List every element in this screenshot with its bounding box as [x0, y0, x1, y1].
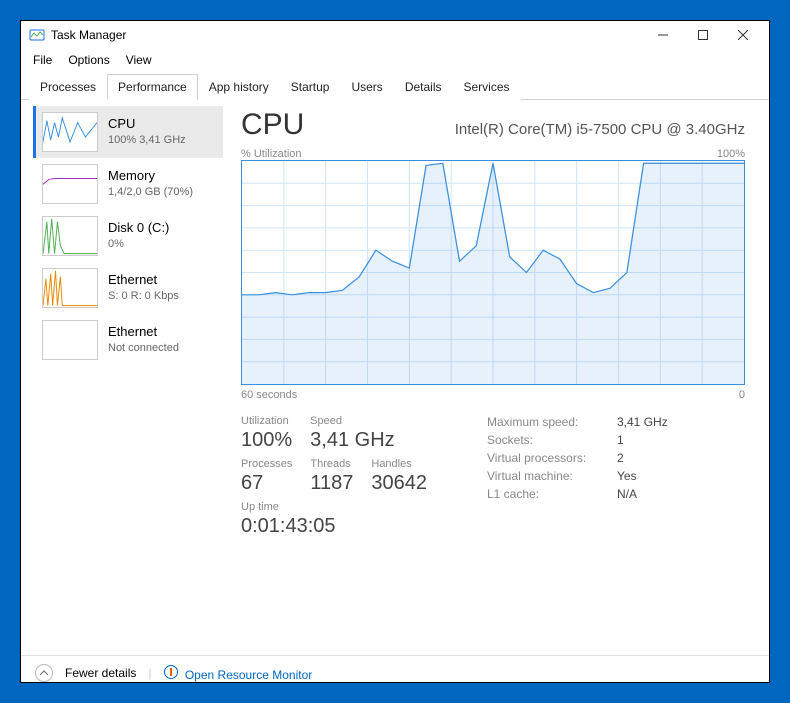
- main-panel: CPU Intel(R) Core(TM) i5-7500 CPU @ 3.40…: [231, 100, 769, 655]
- maximize-button[interactable]: [683, 21, 723, 49]
- sidebar-item-sub: Not connected: [108, 341, 179, 355]
- sidebar-item-sub: S: 0 R: 0 Kbps: [108, 289, 179, 303]
- tab-bar: Processes Performance App history Startu…: [21, 73, 769, 100]
- stat-val: 3,41 GHz: [617, 415, 668, 429]
- stat-label: Threads: [310, 458, 353, 470]
- sidebar-item-memory[interactable]: Memory 1,4/2,0 GB (70%): [33, 158, 223, 210]
- close-button[interactable]: [723, 21, 763, 49]
- graph-label-tl: % Utilization: [241, 148, 302, 160]
- tab-services[interactable]: Services: [453, 74, 521, 100]
- tab-users[interactable]: Users: [340, 74, 393, 100]
- stat-label: Processes: [241, 458, 292, 470]
- graph-label-bl: 60 seconds: [241, 389, 297, 401]
- stat-label: Utilization: [241, 415, 292, 427]
- minimize-button[interactable]: [643, 21, 683, 49]
- tab-details[interactable]: Details: [394, 74, 453, 100]
- stat-handles: 30642: [371, 472, 427, 495]
- stat-val: 2: [617, 451, 624, 465]
- cpu-utilization-graph[interactable]: [241, 160, 745, 385]
- sidebar-item-sub: 1,4/2,0 GB (70%): [108, 185, 193, 199]
- task-manager-window: Task Manager File Options View Processes…: [20, 20, 770, 683]
- stat-utilization: 100%: [241, 429, 292, 452]
- resource-monitor-icon: [164, 665, 178, 679]
- sidebar-item-disk[interactable]: Disk 0 (C:) 0%: [33, 210, 223, 262]
- stat-val: N/A: [617, 487, 637, 501]
- stat-key: Virtual processors:: [487, 451, 617, 465]
- tab-performance[interactable]: Performance: [107, 74, 198, 100]
- stat-speed: 3,41 GHz: [310, 429, 394, 452]
- menu-file[interactable]: File: [27, 51, 58, 69]
- stat-val: Yes: [617, 469, 637, 483]
- stat-label: Speed: [310, 415, 394, 427]
- sidebar-item-sub: 0%: [108, 237, 169, 251]
- tab-processes[interactable]: Processes: [29, 74, 107, 100]
- stat-processes: 67: [241, 472, 292, 495]
- sidebar-item-ethernet-2[interactable]: Ethernet Not connected: [33, 314, 223, 366]
- sidebar-item-sub: 100% 3,41 GHz: [108, 133, 186, 147]
- memory-thumb-icon: [42, 164, 98, 204]
- tab-app-history[interactable]: App history: [198, 74, 280, 100]
- menu-options[interactable]: Options: [62, 51, 115, 69]
- ethernet-thumb-icon: [42, 268, 98, 308]
- stat-key: L1 cache:: [487, 487, 617, 501]
- sidebar-item-label: Ethernet: [108, 273, 179, 287]
- fewer-details-link[interactable]: Fewer details: [65, 666, 136, 680]
- sidebar-item-ethernet[interactable]: Ethernet S: 0 R: 0 Kbps: [33, 262, 223, 314]
- stat-key: Maximum speed:: [487, 415, 617, 429]
- stat-val: 1: [617, 433, 624, 447]
- sidebar-item-label: CPU: [108, 117, 186, 131]
- graph-label-br: 0: [739, 389, 745, 401]
- stat-key: Sockets:: [487, 433, 617, 447]
- sidebar-item-cpu[interactable]: CPU 100% 3,41 GHz: [33, 106, 223, 158]
- app-icon: [29, 27, 45, 43]
- open-resource-monitor-link[interactable]: Open Resource Monitor: [164, 665, 313, 682]
- menubar: File Options View: [21, 49, 769, 73]
- sidebar-item-label: Disk 0 (C:): [108, 221, 169, 235]
- stat-threads: 1187: [310, 472, 353, 495]
- sidebar: CPU 100% 3,41 GHz Memory 1,4/2,0 GB (70%…: [21, 100, 231, 655]
- ethernet2-thumb-icon: [42, 320, 98, 360]
- footer: Fewer details | Open Resource Monitor: [21, 655, 769, 690]
- titlebar[interactable]: Task Manager: [21, 21, 769, 49]
- sidebar-item-label: Memory: [108, 169, 193, 183]
- graph-label-tr: 100%: [717, 148, 745, 160]
- stat-label: Up time: [241, 501, 336, 513]
- sidebar-item-label: Ethernet: [108, 325, 179, 339]
- stat-uptime: 0:01:43:05: [241, 515, 336, 538]
- cpu-thumb-icon: [42, 112, 98, 152]
- disk-thumb-icon: [42, 216, 98, 256]
- page-title: CPU: [241, 108, 304, 142]
- stat-key: Virtual machine:: [487, 469, 617, 483]
- cpu-model: Intel(R) Core(TM) i5-7500 CPU @ 3.40GHz: [455, 121, 745, 138]
- chevron-up-icon[interactable]: [35, 664, 53, 682]
- right-stats: Maximum speed:3,41 GHz Sockets:1 Virtual…: [487, 415, 668, 544]
- window-title: Task Manager: [51, 28, 643, 42]
- tab-startup[interactable]: Startup: [280, 74, 341, 100]
- stat-label: Handles: [371, 458, 427, 470]
- menu-view[interactable]: View: [120, 51, 158, 69]
